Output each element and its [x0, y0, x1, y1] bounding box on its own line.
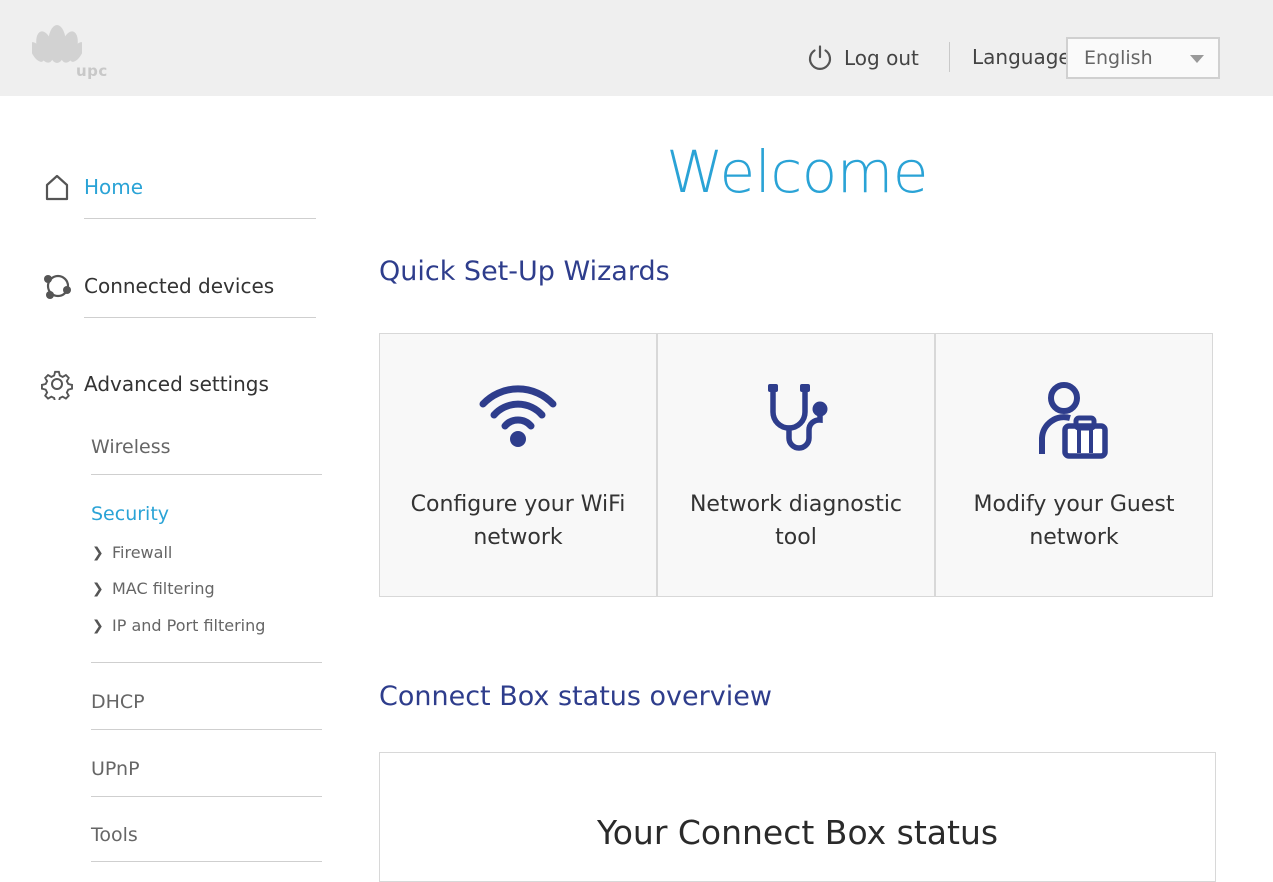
wizard-card-label: Network diagnostic tool	[689, 492, 903, 550]
chevron-down-icon	[1190, 55, 1204, 63]
chevron-right-icon: ❯	[92, 617, 104, 634]
wizard-card-wifi[interactable]: Configure your WiFi network	[379, 333, 657, 597]
upc-logo-icon	[32, 25, 82, 63]
sidebar-item-connected-devices[interactable]: Connected devices	[40, 269, 274, 303]
language-selected-value: English	[1084, 47, 1153, 69]
divider	[91, 861, 322, 862]
upc-logo[interactable]: upc	[32, 14, 112, 84]
sidebar-item-label: Home	[84, 175, 144, 199]
divider	[84, 218, 316, 219]
wizard-card-diagnostic[interactable]: Network diagnostic tool	[657, 333, 935, 597]
sidebar-subitem-ip-port-filtering[interactable]: ❯ IP and Port filtering	[92, 616, 265, 635]
status-panel: Your Connect Box status	[379, 752, 1216, 882]
subitem-label: Firewall	[112, 543, 173, 562]
logout-label: Log out	[844, 46, 919, 70]
status-panel-title: Your Connect Box status	[596, 813, 999, 852]
sidebar-item-label: Connected devices	[84, 274, 275, 298]
logo-text: upc	[76, 62, 108, 80]
home-icon	[40, 170, 74, 204]
wizard-card-label: Modify your Guest network	[973, 492, 1175, 550]
guest-user-icon	[936, 380, 1212, 460]
connected-devices-icon	[40, 269, 74, 303]
sidebar-item-advanced-settings[interactable]: Advanced settings	[40, 367, 269, 401]
language-select[interactable]: English	[1066, 37, 1220, 79]
stethoscope-icon	[658, 380, 934, 460]
wizard-card-guest[interactable]: Modify your Guest network	[935, 333, 1213, 597]
chevron-right-icon: ❯	[92, 580, 104, 597]
subitem-label: IP and Port filtering	[112, 616, 266, 635]
header-divider	[949, 42, 950, 72]
sidebar-item-label: Advanced settings	[84, 372, 269, 396]
subitem-label: MAC filtering	[112, 579, 215, 598]
wizards-heading: Quick Set-Up Wizards	[379, 256, 670, 287]
top-bar: upc Log out Language English	[0, 0, 1273, 96]
logout-button[interactable]: Log out	[806, 42, 919, 74]
gear-icon	[40, 367, 74, 401]
sidebar-subitem-security[interactable]: Security	[91, 503, 169, 525]
status-overview-heading: Connect Box status overview	[379, 681, 772, 712]
sidebar-item-home[interactable]: Home	[40, 170, 143, 204]
divider	[91, 474, 322, 475]
sidebar-subitem-tools[interactable]: Tools	[91, 824, 138, 846]
sidebar-subitem-firewall[interactable]: ❯ Firewall	[92, 543, 172, 562]
power-icon	[808, 45, 832, 70]
divider	[91, 662, 322, 663]
wizard-card-label: Configure your WiFi network	[410, 492, 626, 550]
divider	[84, 317, 316, 318]
chevron-right-icon: ❯	[92, 544, 104, 561]
page-title: Welcome	[666, 138, 928, 206]
wifi-icon	[380, 380, 656, 460]
sidebar-subitem-upnp[interactable]: UPnP	[91, 758, 140, 780]
divider	[91, 796, 322, 797]
sidebar-subitem-mac-filtering[interactable]: ❯ MAC filtering	[92, 579, 215, 598]
language-label: Language	[972, 45, 1071, 69]
divider	[91, 729, 322, 730]
sidebar-subitem-wireless[interactable]: Wireless	[91, 436, 171, 458]
sidebar-subitem-dhcp[interactable]: DHCP	[91, 691, 145, 713]
